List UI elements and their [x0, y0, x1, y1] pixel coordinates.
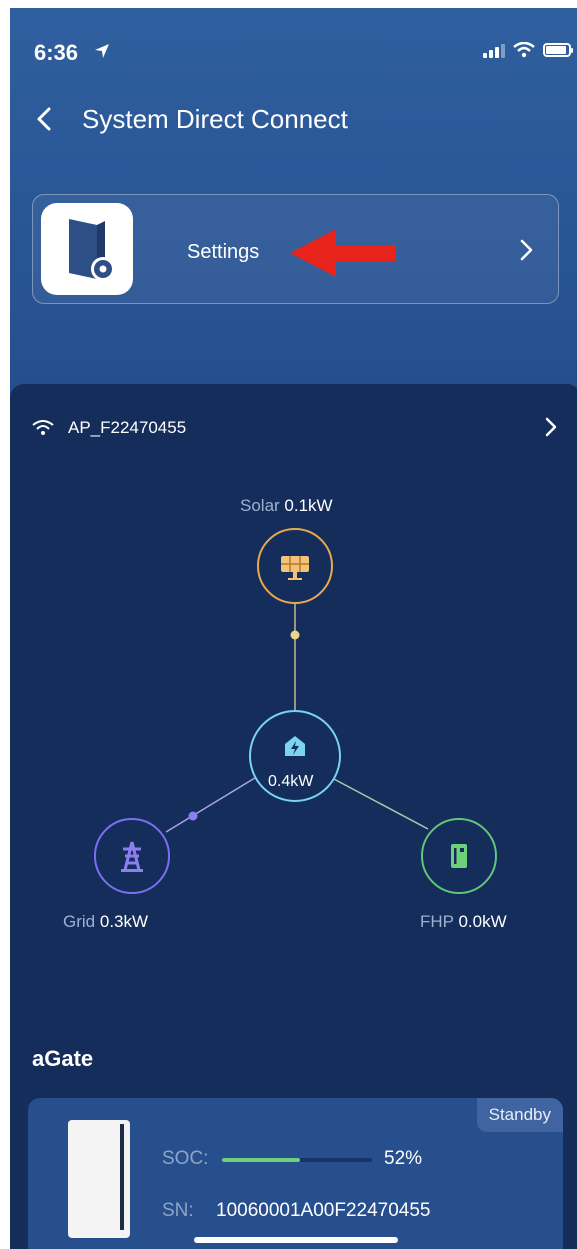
fhp-label: FHP 0.0kW — [420, 912, 507, 932]
fhp-node-icon — [421, 818, 497, 894]
wifi-icon — [32, 420, 54, 435]
agate-section-title: aGate — [32, 1046, 94, 1071]
grid-flow-dot — [188, 811, 198, 821]
chevron-right-icon[interactable] — [543, 414, 559, 440]
fhp-line — [331, 777, 429, 830]
solar-value: 0.1kW — [284, 496, 333, 515]
signal-icon — [483, 42, 505, 58]
navigation-bar: System Direct Connect — [10, 100, 577, 140]
grid-line — [165, 775, 259, 833]
sn-label: SN: — [162, 1200, 194, 1221]
status-badge: Standby — [476, 1098, 563, 1132]
fhp-name: FHP — [420, 912, 454, 931]
solar-node-icon — [257, 528, 333, 604]
solar-flow-dot — [290, 630, 300, 640]
sn-value: 10060001A00F22470455 — [216, 1200, 431, 1221]
ssid-label: AP_F22470455 — [68, 418, 187, 437]
wifi-status-icon — [513, 42, 535, 58]
status-time: 6:36 — [34, 40, 79, 65]
grid-name: Grid — [63, 912, 96, 931]
solar-name: Solar — [240, 496, 280, 515]
back-chevron-icon[interactable] — [30, 104, 60, 134]
grid-label: Grid 0.3kW — [63, 912, 148, 932]
location-arrow-icon — [95, 44, 109, 58]
settings-label: Settings — [187, 241, 260, 263]
settings-row[interactable]: Settings — [32, 194, 559, 304]
chevron-right-icon — [520, 239, 533, 261]
status-icons — [483, 42, 573, 58]
solar-label: Solar 0.1kW — [240, 496, 333, 516]
phone-screen: 6:36 System Direct Connect Settings AP_F… — [10, 8, 577, 1249]
battery-icon — [543, 43, 573, 57]
soc-progress-fill — [222, 1158, 300, 1162]
fhp-value: 0.0kW — [458, 912, 507, 931]
agate-device-image — [68, 1120, 130, 1238]
home-indicator[interactable] — [194, 1237, 398, 1243]
soc-progress-bar — [222, 1158, 372, 1162]
soc-label: SOC: — [162, 1148, 209, 1169]
agate-card[interactable]: Standby SOC: 52% SN: 10060001A00F2247045… — [28, 1098, 563, 1249]
home-value: 0.4kW — [268, 773, 314, 790]
page-title: System Direct Connect — [82, 104, 348, 134]
settings-app-icon — [41, 203, 133, 295]
energy-flow-diagram: Solar 0.1kW 0.4kW Grid 0.3kW FHP 0.0kW — [10, 484, 577, 944]
grid-node-icon — [94, 818, 170, 894]
grid-value: 0.3kW — [99, 912, 149, 931]
connection-row[interactable]: AP_F22470455 — [32, 416, 186, 440]
red-arrow-annotation — [290, 229, 396, 277]
soc-value: 52% — [384, 1148, 423, 1169]
status-bar: 6:36 — [10, 8, 577, 88]
